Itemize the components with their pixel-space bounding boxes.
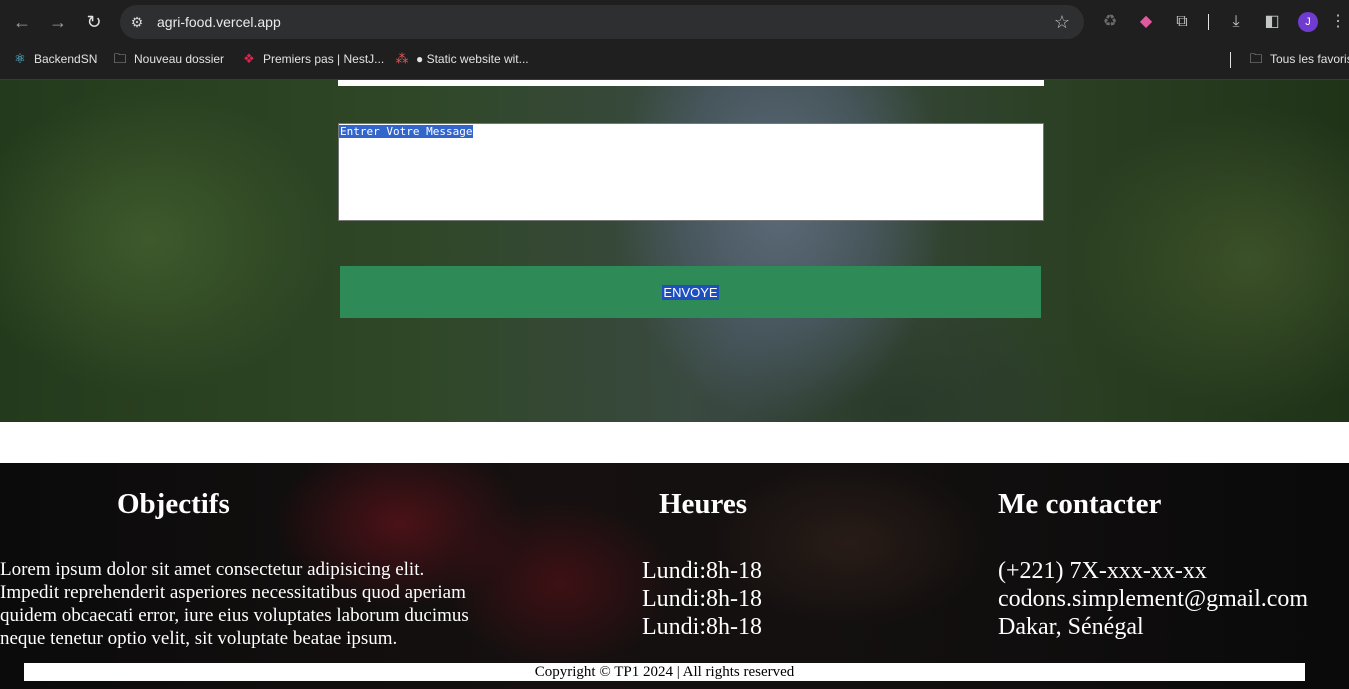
bookmarks-bar: ⚛ BackendSN 🗀 Nouveau dossier ❖ Premiers pa… bbox=[0, 44, 1349, 80]
footer-contact-list: (+221) 7X-xxx-xx-xx codons.simplement@gm… bbox=[998, 557, 1308, 641]
bookmark-item[interactable]: ⚛ BackendSN bbox=[12, 44, 97, 74]
contact-email: codons.simplement@gmail.com bbox=[998, 586, 1309, 612]
react-icon: ⚛ bbox=[14, 51, 26, 66]
hours-line: Lundi:8h-18 bbox=[642, 614, 762, 640]
footer-objectifs-title: Objectifs bbox=[117, 488, 230, 520]
footer-heures-title: Heures bbox=[659, 488, 748, 520]
url-text[interactable]: agri-food.vercel.app bbox=[157, 5, 281, 39]
bookmark-label: Nouveau dossier bbox=[134, 52, 225, 66]
hours-line: Lundi:8h-18 bbox=[642, 558, 762, 584]
footer-contact-title: Me contacter bbox=[998, 488, 1162, 520]
back-arrow-icon[interactable]: ← bbox=[10, 10, 34, 34]
site-settings-icon[interactable]: ⚙ bbox=[128, 13, 146, 31]
objectifs-line: Impedit reprehenderit asperiores necessi… bbox=[0, 582, 466, 603]
section-spacer bbox=[0, 422, 1349, 463]
address-bar[interactable]: ⚙ agri-food.vercel.app ☆ bbox=[120, 5, 1084, 39]
extensions-icon[interactable]: ⧉ bbox=[1170, 10, 1194, 34]
bookmark-label: ● Static website wit... bbox=[416, 52, 529, 66]
bookmark-label: BackendSN bbox=[34, 52, 98, 66]
folder-icon: 🗀 bbox=[1249, 51, 1263, 66]
hours-line: Lundi:8h-18 bbox=[642, 586, 762, 612]
footer-heures-list: Lundi:8h-18 Lundi:8h-18 Lundi:8h-18 bbox=[642, 557, 762, 641]
footer-objectifs-text: Lorem ipsum dolor sit amet consectetur a… bbox=[0, 558, 469, 650]
download-icon[interactable]: ⤓ bbox=[1224, 10, 1248, 34]
bookmark-star-icon[interactable]: ☆ bbox=[1054, 11, 1070, 33]
objectifs-line: quidem obcaecati error, iure eius volupt… bbox=[0, 605, 469, 626]
message-textarea[interactable]: Entrer Votre Message bbox=[338, 123, 1044, 221]
contact-address: Dakar, Sénégal bbox=[998, 614, 1144, 640]
bookmark-item[interactable]: ⁂ ● Static website wit... bbox=[394, 44, 529, 74]
message-placeholder: Entrer Votre Message bbox=[339, 125, 474, 138]
contact-phone: (+221) 7X-xxx-xx-xx bbox=[998, 558, 1207, 584]
color-extension-icon[interactable]: ◆ bbox=[1134, 10, 1158, 34]
toolbar-divider bbox=[1208, 14, 1209, 30]
previous-input-field[interactable] bbox=[338, 80, 1044, 86]
all-bookmarks-item[interactable]: 🗀 Tous les favoris bbox=[1248, 44, 1349, 74]
reload-icon[interactable]: ↻ bbox=[82, 10, 106, 34]
objectifs-line: Lorem ipsum dolor sit amet consectetur a… bbox=[0, 559, 425, 580]
submit-button[interactable]: ENVOYE bbox=[340, 266, 1041, 318]
footer: Objectifs Lorem ipsum dolor sit amet con… bbox=[0, 463, 1349, 689]
side-panel-icon[interactable]: ◧ bbox=[1260, 10, 1284, 34]
objectifs-line: neque tenetur optio velit, sit voluptate… bbox=[0, 628, 398, 649]
bookmark-item[interactable]: ❖ Premiers pas | NestJ... bbox=[241, 44, 384, 74]
bookmark-label: Tous les favoris bbox=[1270, 52, 1349, 66]
bookmark-item[interactable]: 🗀 Nouveau dossier bbox=[112, 44, 224, 74]
browser-toolbar: ← → ↻ ⚙ agri-food.vercel.app ☆ ♻ ◆ ⧉ ⤓ ◧… bbox=[0, 0, 1349, 44]
copyright-bar: Copyright © TP1 2024 | All rights reserv… bbox=[24, 663, 1305, 681]
folder-icon: 🗀 bbox=[113, 51, 127, 66]
profile-avatar[interactable]: J bbox=[1298, 12, 1318, 32]
app-icon: ⁂ bbox=[395, 51, 409, 66]
bookmarks-divider bbox=[1230, 52, 1231, 68]
submit-button-label: ENVOYE bbox=[662, 284, 719, 300]
bookmark-label: Premiers pas | NestJ... bbox=[263, 52, 385, 66]
forward-arrow-icon[interactable]: → bbox=[46, 10, 70, 34]
nestjs-icon: ❖ bbox=[243, 51, 255, 66]
recycle-icon[interactable]: ♻ bbox=[1098, 10, 1122, 34]
menu-kebab-icon[interactable]: ⋮ bbox=[1330, 10, 1346, 34]
